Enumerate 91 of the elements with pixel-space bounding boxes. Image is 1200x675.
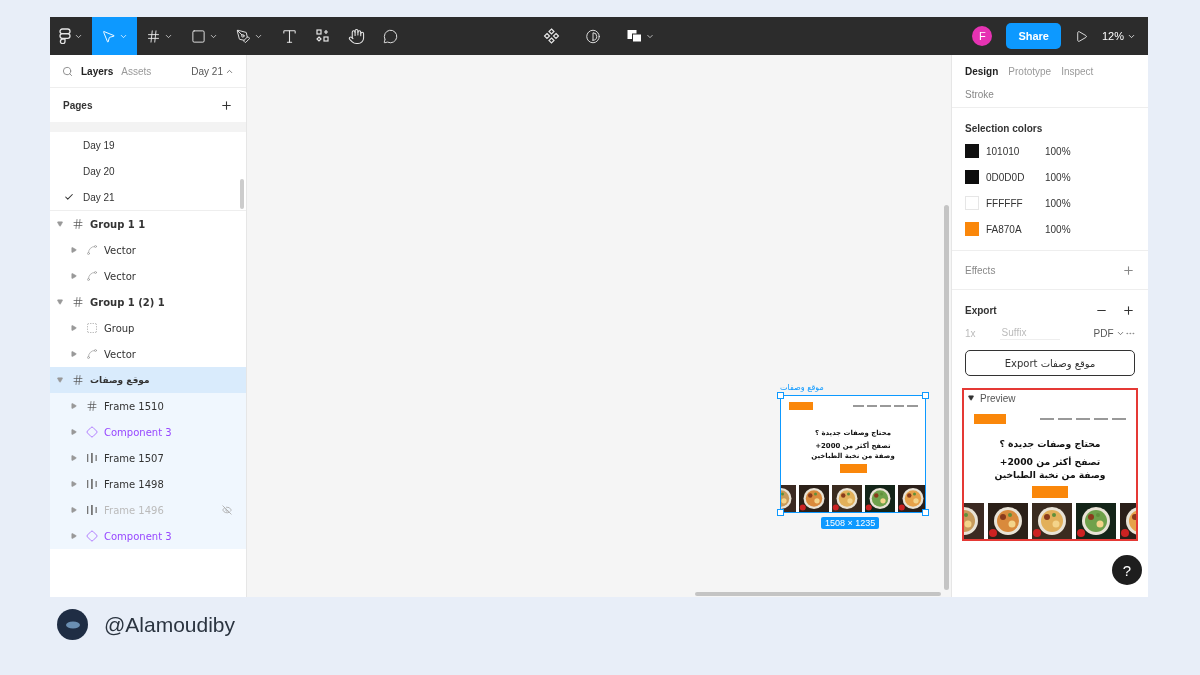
panel-tab[interactable]: Layers	[81, 65, 114, 77]
component-icon	[543, 28, 560, 44]
layer-row[interactable]: Frame 1498	[50, 471, 246, 497]
frame-icon	[86, 400, 98, 412]
opacity-value[interactable]: 100%	[1045, 145, 1071, 157]
resize-handle[interactable]	[922, 392, 929, 399]
page-switcher[interactable]: Day 21	[191, 65, 234, 77]
nav-links-mock	[853, 404, 918, 407]
page-item[interactable]: Day 20	[50, 158, 246, 184]
button-mock	[788, 402, 813, 410]
vector-icon	[86, 348, 98, 360]
hand-icon	[348, 27, 365, 45]
resize-handle[interactable]	[922, 509, 929, 516]
hex-value[interactable]: FFFFFF	[986, 197, 1045, 209]
text-icon	[281, 27, 298, 45]
resize-handle[interactable]	[777, 509, 784, 516]
hex-value[interactable]: FA870A	[986, 223, 1045, 235]
add-icon[interactable]	[1122, 303, 1135, 317]
color-swatch[interactable]	[965, 170, 979, 184]
vector-icon	[86, 270, 98, 282]
layer-row[interactable]: Vector	[50, 237, 246, 263]
opacity-value[interactable]: 100%	[1045, 197, 1071, 209]
hex-value[interactable]: 0D0D0D	[986, 171, 1045, 183]
comment-icon	[383, 28, 398, 44]
scrollbar-thumb[interactable]	[944, 205, 949, 590]
button-mock	[974, 414, 1006, 424]
section-title: Selection colors	[965, 122, 1043, 134]
contrast-icon	[585, 28, 601, 44]
help-button[interactable]: ?	[1112, 555, 1142, 585]
check-icon	[64, 192, 74, 202]
rectangle-icon	[191, 28, 206, 44]
opacity-value[interactable]: 100%	[1045, 223, 1071, 235]
hidden-icon[interactable]	[222, 505, 232, 515]
resize-handle[interactable]	[777, 392, 784, 399]
layer-row[interactable]: موقع وصفات	[50, 367, 246, 393]
search-icon[interactable]	[62, 65, 73, 77]
layer-row[interactable]: Group 1 (2) 1	[50, 289, 246, 315]
user-avatar[interactable]: F	[972, 26, 993, 46]
frame-icon	[72, 218, 84, 230]
hex-value[interactable]: 101010	[986, 145, 1045, 157]
button-mock	[839, 463, 867, 473]
layer-row[interactable]: Frame 1510	[50, 393, 246, 419]
section-title: Pages	[63, 99, 93, 111]
format-dropdown[interactable]: PDF	[1093, 327, 1125, 339]
layer-row[interactable]: Vector	[50, 263, 246, 289]
color-swatch[interactable]	[965, 144, 979, 158]
layer-row[interactable]: Group 1 1	[50, 211, 246, 237]
layer-row[interactable]: Component 3	[50, 419, 246, 445]
account-handle: @Alamoudiby	[104, 612, 236, 637]
color-swatch[interactable]	[965, 222, 979, 236]
frame-icon	[146, 28, 161, 44]
page-item[interactable]: Day 19	[50, 132, 246, 158]
cursor-icon	[101, 28, 116, 44]
account-avatar	[57, 609, 88, 640]
group-icon	[86, 322, 98, 334]
color-swatch[interactable]	[965, 196, 979, 210]
frame-icon	[72, 296, 84, 308]
vector-icon	[86, 244, 98, 256]
panel-tab[interactable]: Design	[965, 65, 999, 77]
suffix-field[interactable]: Suffix	[999, 326, 1060, 340]
layer-row[interactable]: Frame 1507	[50, 445, 246, 471]
page-item[interactable]: Day 21	[50, 184, 246, 210]
resources-icon	[316, 29, 330, 43]
layer-row[interactable]: Vector	[50, 341, 246, 367]
section-title: Effects	[965, 264, 996, 276]
caret-icon[interactable]	[968, 395, 974, 401]
section-title: Stroke	[965, 89, 994, 102]
boolean-icon	[626, 28, 643, 44]
opacity-value[interactable]: 100%	[1045, 171, 1071, 183]
component-icon	[86, 426, 98, 438]
section-title: Preview	[980, 392, 1016, 404]
size-badge: 1508 × 1235	[821, 517, 880, 529]
frame-icon	[72, 374, 84, 386]
layer-row[interactable]: Component 3	[50, 523, 246, 549]
add-icon[interactable]	[220, 98, 233, 112]
auto-layout-icon	[86, 452, 98, 464]
button-mock	[1032, 485, 1068, 498]
play-icon[interactable]	[1074, 29, 1088, 43]
subheadline: تصفح أكثر من 2000+ وصفة من نخبة الطباخين	[993, 454, 1107, 482]
section-title: Export	[965, 304, 997, 316]
auto-layout-icon	[86, 478, 98, 490]
auto-layout-icon	[86, 504, 98, 516]
export-button[interactable]: Export موقع وصفات	[965, 350, 1135, 376]
scrollbar-thumb[interactable]	[695, 592, 941, 596]
scrollbar-thumb[interactable]	[240, 179, 244, 209]
layer-row[interactable]: Group	[50, 315, 246, 341]
headline: محتاج وصفات جديدة ؟	[999, 437, 1101, 451]
pen-icon	[236, 28, 251, 44]
zoom-menu[interactable]: 12%	[1101, 30, 1136, 42]
logo-icon	[59, 28, 71, 44]
component-icon	[86, 530, 98, 542]
